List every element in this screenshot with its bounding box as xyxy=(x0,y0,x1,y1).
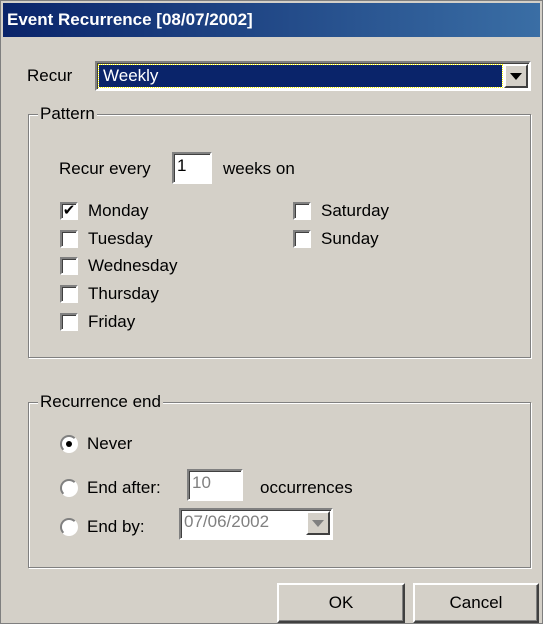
occurrences-label: occurrences xyxy=(260,478,353,497)
end-after-input[interactable]: 10 xyxy=(187,469,243,501)
radio-selected-dot-icon xyxy=(66,441,72,447)
chevron-down-icon xyxy=(312,519,324,527)
thursday-label[interactable]: Thursday xyxy=(88,284,159,304)
thursday-checkbox[interactable] xyxy=(60,285,78,303)
recur-select[interactable]: Weekly xyxy=(95,61,531,91)
monday-checkbox[interactable]: ✔ xyxy=(60,202,78,220)
end-by-date-picker[interactable]: 07/06/2002 xyxy=(179,508,333,540)
saturday-checkbox[interactable] xyxy=(293,202,311,220)
end-by-label[interactable]: End by: xyxy=(87,517,145,537)
sunday-checkbox[interactable] xyxy=(293,230,311,248)
ok-button[interactable]: OK xyxy=(277,583,405,623)
recur-dropdown-button[interactable] xyxy=(504,64,528,88)
end-by-radio[interactable] xyxy=(60,518,78,536)
friday-label[interactable]: Friday xyxy=(88,312,135,332)
friday-checkbox[interactable] xyxy=(60,313,78,331)
recur-every-label: Recur every xyxy=(59,159,151,178)
weeks-on-label: weeks on xyxy=(223,159,295,178)
end-by-dropdown-button[interactable] xyxy=(306,511,330,535)
tuesday-label[interactable]: Tuesday xyxy=(88,229,153,249)
event-recurrence-dialog: Event Recurrence [08/07/2002] Recur Week… xyxy=(0,0,543,624)
wednesday-label[interactable]: Wednesday xyxy=(88,256,177,276)
recur-label: Recur xyxy=(27,66,73,85)
pattern-group-title: Pattern xyxy=(38,104,97,124)
saturday-label[interactable]: Saturday xyxy=(321,201,389,221)
end-after-label[interactable]: End after: xyxy=(87,478,161,498)
end-after-radio[interactable] xyxy=(60,479,78,497)
wednesday-checkbox[interactable] xyxy=(60,257,78,275)
recur-selected-value[interactable]: Weekly xyxy=(98,64,503,88)
never-radio[interactable] xyxy=(60,435,78,453)
tuesday-checkbox[interactable] xyxy=(60,230,78,248)
recurrence-end-group-title: Recurrence end xyxy=(38,392,163,412)
sunday-label[interactable]: Sunday xyxy=(321,229,379,249)
window-title[interactable]: Event Recurrence [08/07/2002] xyxy=(3,3,540,37)
cancel-button[interactable]: Cancel xyxy=(413,583,539,623)
never-label[interactable]: Never xyxy=(87,434,132,454)
recur-every-input[interactable]: 1 xyxy=(172,152,212,184)
chevron-down-icon xyxy=(510,72,522,80)
monday-label[interactable]: Monday xyxy=(88,201,148,221)
end-by-date-value: 07/06/2002 xyxy=(184,512,270,531)
